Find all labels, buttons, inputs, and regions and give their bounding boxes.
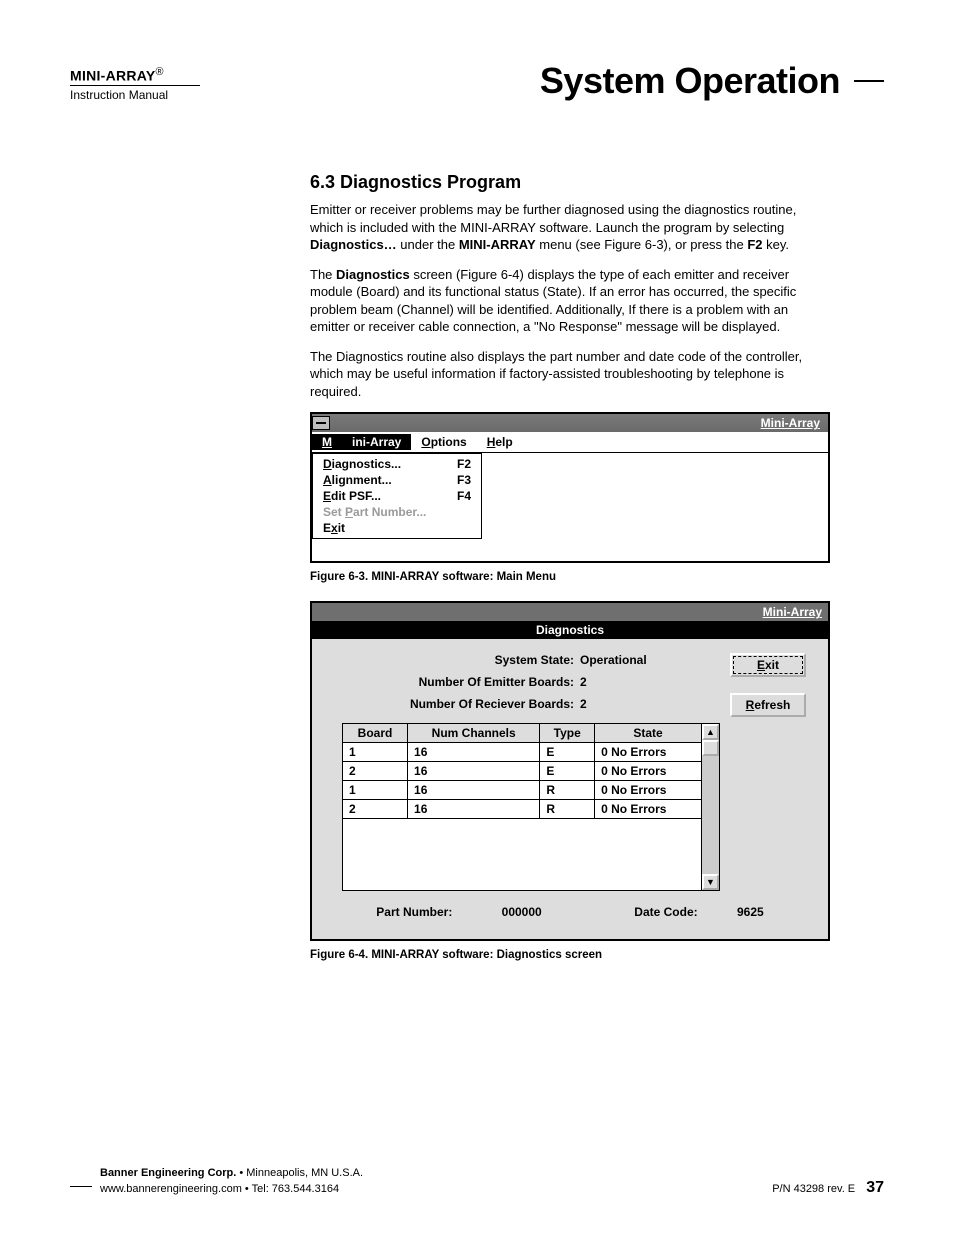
scroll-down-icon[interactable]: ▼ (702, 874, 719, 890)
date-code-value: 9625 (737, 905, 764, 919)
menu-item-set-part-number: Set Part Number... (313, 504, 481, 520)
mini-array-dropdown: Diagnostics...F2 Alignment...F3 Edit PSF… (312, 453, 482, 539)
section-title: 6.3 Diagnostics Program (310, 172, 830, 193)
emitter-boards-value: 2 (580, 675, 587, 689)
figure-6-4-caption: Figure 6-4. MINI-ARRAY software: Diagnos… (310, 949, 830, 961)
paragraph-1: Emitter or receiver problems may be furt… (310, 201, 830, 254)
table-row[interactable]: 116E0 No Errors (343, 743, 702, 762)
table-row[interactable]: 116R0 No Errors (343, 781, 702, 800)
paragraph-3: The Diagnostics routine also displays th… (310, 348, 830, 401)
menu-item-exit[interactable]: Exit (313, 520, 481, 536)
header-left: MINI-ARRAY® Instruction Manual (70, 66, 200, 102)
col-num-channels: Num Channels (408, 724, 540, 743)
page-title: System Operation (540, 60, 884, 102)
page-number: 37 (866, 1179, 884, 1196)
scrollbar[interactable]: ▲ ▼ (702, 723, 720, 891)
part-number-value: 000000 (502, 905, 542, 919)
company-loc: • Minneapolis, MN U.S.A. (236, 1167, 363, 1179)
table-row[interactable]: 216R0 No Errors (343, 800, 702, 819)
menu-options[interactable]: Options (411, 434, 476, 450)
receiver-boards-value: 2 (580, 697, 587, 711)
paragraph-2: The Diagnostics screen (Figure 6-4) disp… (310, 266, 830, 336)
regmark: ® (156, 66, 164, 78)
scroll-thumb[interactable] (702, 740, 719, 756)
system-state-value: Operational (580, 653, 647, 667)
refresh-button[interactable]: Refresh (730, 693, 806, 717)
part-number-rev: P/N 43298 rev. E (772, 1183, 855, 1195)
page-footer: Banner Engineering Corp. • Minneapolis, … (70, 1166, 884, 1197)
diag-titlebar: Mini-Array (312, 603, 828, 621)
system-state-label: System State: (380, 653, 580, 667)
menu-item-edit-psf[interactable]: Edit PSF...F4 (313, 488, 481, 504)
menu-item-diagnostics[interactable]: Diagnostics...F2 (313, 456, 481, 472)
table-row[interactable]: 216E0 No Errors (343, 762, 702, 781)
system-menu-icon[interactable] (312, 416, 330, 430)
main-menu-window: Mini-Array Mini-Array Options Help Diagn… (310, 412, 830, 563)
doc-subtitle: Instruction Manual (70, 88, 200, 102)
col-state: State (595, 724, 702, 743)
emitter-boards-label: Number Of Emitter Boards: (380, 675, 580, 689)
footer-dash (70, 1186, 92, 1188)
col-board: Board (343, 724, 408, 743)
table-header-row: Board Num Channels Type State (343, 724, 702, 743)
title-dash (854, 80, 884, 82)
menubar: Mini-Array Options Help (312, 432, 828, 453)
company-name: Banner Engineering Corp. (100, 1167, 236, 1179)
diagnostics-window: Mini-Array Diagnostics Exit Refresh Syst… (310, 601, 830, 941)
figure-6-3-caption: Figure 6-3. MINI-ARRAY software: Main Me… (310, 571, 830, 583)
part-number-label: Part Number: (376, 905, 452, 919)
menu-help[interactable]: Help (477, 434, 523, 450)
exit-button[interactable]: Exit (730, 653, 806, 677)
product-name: MINI-ARRAY (70, 67, 156, 83)
date-code-label: Date Code: (634, 905, 697, 919)
diag-subtitle: Diagnostics (312, 621, 828, 639)
col-type: Type (540, 724, 595, 743)
menu-mini-array[interactable]: Mini-Array (312, 434, 411, 450)
scroll-up-icon[interactable]: ▲ (702, 724, 719, 740)
window-title: Mini-Array (761, 416, 824, 430)
company-contact: www.bannerengineering.com • Tel: 763.544… (100, 1182, 363, 1197)
menu-item-alignment[interactable]: Alignment...F3 (313, 472, 481, 488)
receiver-boards-label: Number Of Reciever Boards: (380, 697, 580, 711)
diagnostics-table: Board Num Channels Type State 116E0 No E… (342, 723, 702, 891)
